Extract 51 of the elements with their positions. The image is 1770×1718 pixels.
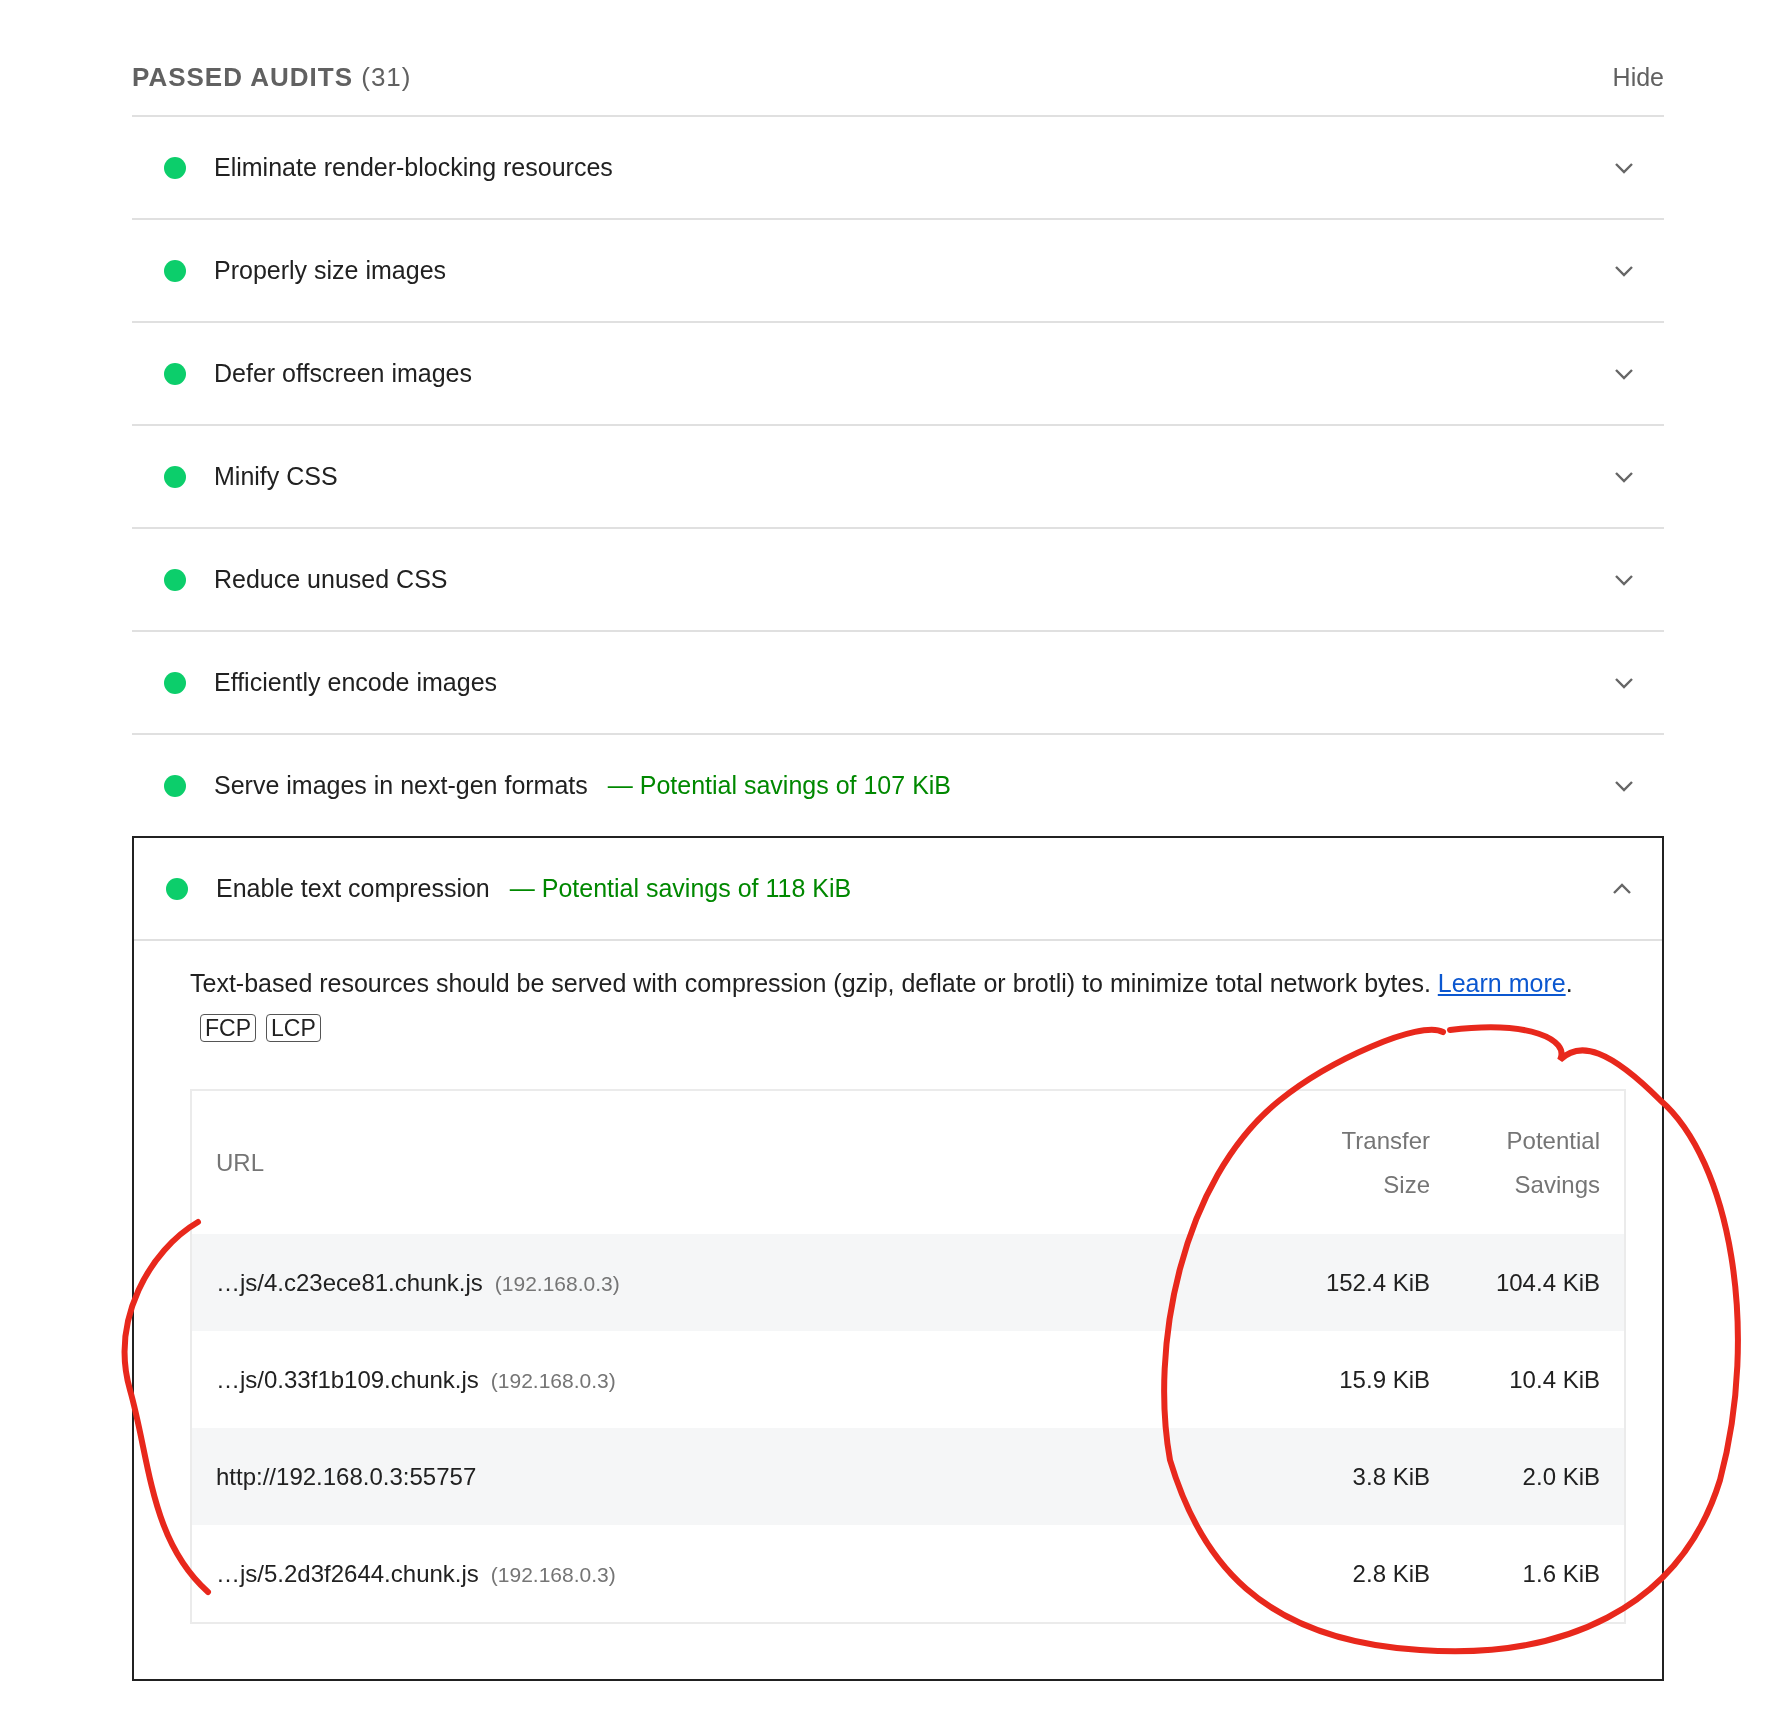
- audit-title[interactable]: Eliminate render-blocking resources: [214, 153, 613, 182]
- hide-button[interactable]: Hide: [1612, 63, 1664, 92]
- audit-description: Text-based resources should be served with compression (gzip, deflate or brotli) to minimize total network bytes. Learn more. FCP LCP: [190, 968, 1574, 1044]
- audit-title[interactable]: Defer offscreen images: [214, 359, 472, 388]
- pass-dot-icon: [164, 774, 186, 797]
- savings-text: — Potential savings of 107 KiB: [607, 771, 952, 800]
- expand-chevron-icon[interactable]: [1614, 161, 1634, 174]
- savings-cell-text: 1.6 KiB: [1521, 1559, 1600, 1588]
- expand-chevron-icon[interactable]: [1614, 264, 1634, 277]
- pass-dot-icon: [164, 156, 186, 179]
- pass-dot-icon: [164, 259, 186, 282]
- savings-text: — Potential savings of 118 KiB: [509, 874, 852, 903]
- audit-title[interactable]: Properly size images: [214, 256, 447, 285]
- expand-chevron-icon[interactable]: [1614, 470, 1634, 483]
- savings-cell-text: 10.4 KiB: [1508, 1365, 1600, 1394]
- savings-cell-text: 104.4 KiB: [1494, 1268, 1600, 1297]
- audit-title[interactable]: Efficiently encode images: [214, 668, 498, 697]
- learn-more-link[interactable]: Learn more: [1437, 969, 1566, 997]
- size-cell-text: 15.9 KiB: [1338, 1365, 1430, 1394]
- expand-chevron-icon[interactable]: [1614, 367, 1634, 380]
- collapse-chevron-icon[interactable]: [1612, 882, 1632, 895]
- section-title: PASSED AUDITS (31): [132, 62, 412, 93]
- pass-dot-icon: [164, 671, 186, 694]
- pass-dot-icon: [164, 568, 186, 591]
- column-header: Potential Savings: [1505, 1125, 1600, 1200]
- pass-dot-icon: [164, 465, 186, 488]
- expand-chevron-icon[interactable]: [1614, 676, 1634, 689]
- url-cell: …js/5.2d3f2644.chunk.js: [216, 1559, 479, 1588]
- metric-tag: LCP: [266, 1014, 321, 1042]
- savings-cell-text: 2.0 KiB: [1521, 1462, 1600, 1491]
- host-text: (192.168.0.3): [490, 1368, 616, 1393]
- host-text: (192.168.0.3): [494, 1271, 620, 1296]
- expand-chevron-icon[interactable]: [1614, 573, 1634, 586]
- column-header: URL: [216, 1147, 265, 1178]
- metric-tag: FCP: [200, 1014, 256, 1042]
- audit-title[interactable]: Serve images in next-gen formats: [214, 771, 588, 800]
- audit-title[interactable]: Minify CSS: [214, 462, 338, 491]
- pass-dot-icon: [166, 877, 188, 900]
- period-text: .: [1565, 969, 1573, 997]
- pass-dot-icon: [164, 362, 186, 385]
- url-cell: …js/0.33f1b109.chunk.js: [216, 1365, 479, 1394]
- size-cell-text: 3.8 KiB: [1351, 1462, 1430, 1491]
- audit-title[interactable]: Enable text compression: [216, 874, 490, 903]
- url-cell: …js/4.c23ece81.chunk.js: [216, 1268, 483, 1297]
- size-cell-text: 152.4 KiB: [1324, 1268, 1430, 1297]
- column-header: Transfer Size: [1340, 1125, 1430, 1200]
- url-cell: http://192.168.0.3:55757: [216, 1462, 477, 1491]
- size-cell-text: 2.8 KiB: [1351, 1559, 1430, 1588]
- host-text: (192.168.0.3): [490, 1562, 616, 1587]
- audit-title[interactable]: Reduce unused CSS: [214, 565, 448, 594]
- expand-chevron-icon[interactable]: [1614, 779, 1634, 792]
